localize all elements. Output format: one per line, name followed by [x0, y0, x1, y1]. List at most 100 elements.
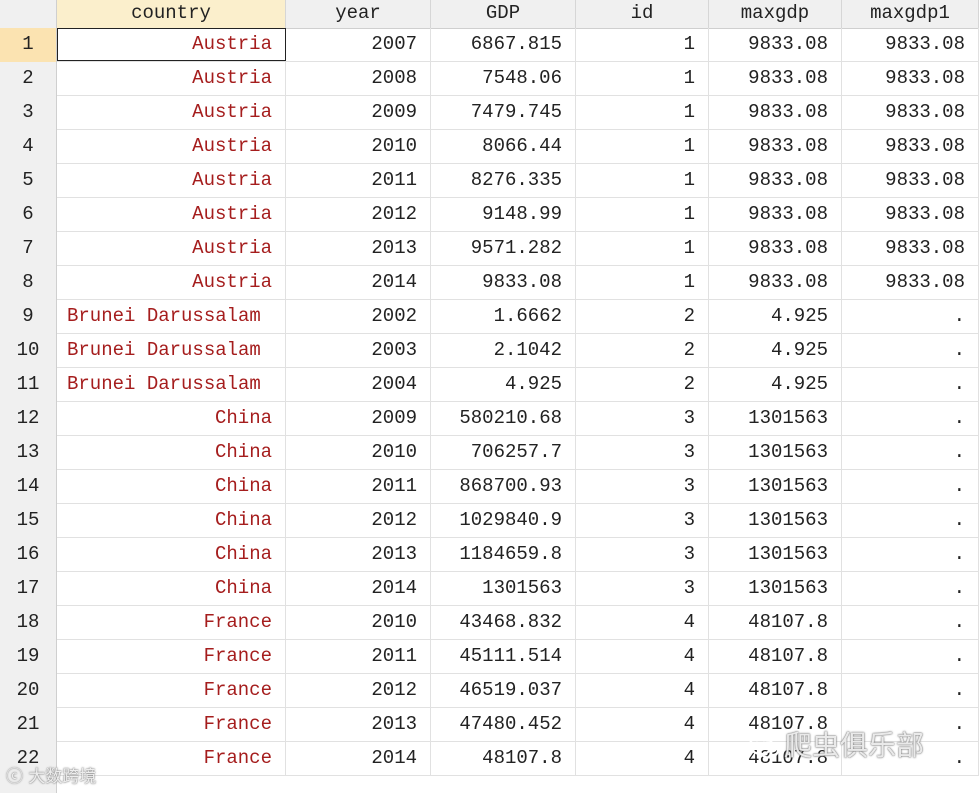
cell-country[interactable]: China — [57, 436, 286, 469]
cell-year[interactable]: 2012 — [286, 674, 431, 707]
cell-id[interactable]: 3 — [576, 402, 709, 435]
cell-maxgdp[interactable]: 9833.08 — [709, 266, 842, 299]
cell-year[interactable]: 2014 — [286, 572, 431, 605]
cell-maxgdp[interactable]: 48107.8 — [709, 674, 842, 707]
row-number[interactable]: 18 — [0, 606, 57, 640]
cell-country[interactable]: China — [57, 470, 286, 503]
cell-maxgdp1[interactable]: . — [842, 674, 979, 707]
cell-year[interactable]: 2012 — [286, 198, 431, 231]
cell-maxgdp[interactable]: 4.925 — [709, 300, 842, 333]
cell-year[interactable]: 2010 — [286, 130, 431, 163]
cell-country[interactable]: France — [57, 606, 286, 639]
cell-year[interactable]: 2004 — [286, 368, 431, 401]
cell-id[interactable]: 1 — [576, 28, 709, 61]
cell-year[interactable]: 2010 — [286, 436, 431, 469]
cell-id[interactable]: 1 — [576, 232, 709, 265]
cell-gdp[interactable]: 9833.08 — [431, 266, 576, 299]
cell-maxgdp1[interactable]: . — [842, 300, 979, 333]
row-number[interactable]: 21 — [0, 708, 57, 742]
cell-id[interactable]: 1 — [576, 198, 709, 231]
row-number[interactable]: 1 — [0, 28, 57, 62]
row-number[interactable]: 19 — [0, 640, 57, 674]
row-number[interactable]: 3 — [0, 96, 57, 130]
cell-country[interactable]: France — [57, 674, 286, 707]
row-number[interactable]: 14 — [0, 470, 57, 504]
cell-country[interactable]: Brunei Darussalam — [57, 368, 286, 401]
row-number[interactable]: 4 — [0, 130, 57, 164]
cell-gdp[interactable]: 6867.815 — [431, 28, 576, 61]
cell-country[interactable]: China — [57, 402, 286, 435]
cell-gdp[interactable]: 580210.68 — [431, 402, 576, 435]
row-number[interactable]: 2 — [0, 62, 57, 96]
cell-id[interactable]: 1 — [576, 62, 709, 95]
cell-maxgdp[interactable]: 1301563 — [709, 436, 842, 469]
cell-maxgdp1[interactable]: 9833.08 — [842, 266, 979, 299]
cell-id[interactable]: 3 — [576, 436, 709, 469]
cell-gdp[interactable]: 7479.745 — [431, 96, 576, 129]
cell-maxgdp1[interactable]: . — [842, 606, 979, 639]
cell-year[interactable]: 2009 — [286, 402, 431, 435]
cell-country[interactable]: Austria — [57, 232, 286, 265]
cell-maxgdp1[interactable]: . — [842, 334, 979, 367]
row-number[interactable]: 12 — [0, 402, 57, 436]
cell-id[interactable]: 3 — [576, 572, 709, 605]
cell-year[interactable]: 2008 — [286, 62, 431, 95]
cell-id[interactable]: 4 — [576, 708, 709, 741]
cell-country[interactable]: China — [57, 504, 286, 537]
cell-year[interactable]: 2003 — [286, 334, 431, 367]
cell-gdp[interactable]: 9148.99 — [431, 198, 576, 231]
cell-maxgdp[interactable]: 9833.08 — [709, 232, 842, 265]
cell-maxgdp[interactable]: 9833.08 — [709, 96, 842, 129]
cell-maxgdp1[interactable]: 9833.08 — [842, 164, 979, 197]
cell-country[interactable]: Austria — [57, 164, 286, 197]
cell-maxgdp1[interactable]: 9833.08 — [842, 96, 979, 129]
cell-maxgdp[interactable]: 9833.08 — [709, 198, 842, 231]
row-number[interactable]: 9 — [0, 300, 57, 334]
cell-maxgdp1[interactable]: 9833.08 — [842, 232, 979, 265]
cell-maxgdp[interactable]: 1301563 — [709, 572, 842, 605]
cell-year[interactable]: 2013 — [286, 232, 431, 265]
cell-gdp[interactable]: 43468.832 — [431, 606, 576, 639]
cell-maxgdp1[interactable]: . — [842, 402, 979, 435]
cell-year[interactable]: 2011 — [286, 164, 431, 197]
cell-maxgdp[interactable]: 9833.08 — [709, 164, 842, 197]
cell-maxgdp1[interactable]: . — [842, 436, 979, 469]
row-number[interactable]: 20 — [0, 674, 57, 708]
cell-country[interactable]: China — [57, 538, 286, 571]
cell-id[interactable]: 1 — [576, 164, 709, 197]
cell-id[interactable]: 2 — [576, 334, 709, 367]
cell-id[interactable]: 3 — [576, 504, 709, 537]
cell-country[interactable]: Austria — [57, 96, 286, 129]
cell-id[interactable]: 2 — [576, 368, 709, 401]
cell-year[interactable]: 2014 — [286, 742, 431, 775]
cell-id[interactable]: 2 — [576, 300, 709, 333]
cell-gdp[interactable]: 706257.7 — [431, 436, 576, 469]
cell-country[interactable]: France — [57, 708, 286, 741]
cell-maxgdp1[interactable]: . — [842, 470, 979, 503]
cell-year[interactable]: 2007 — [286, 28, 431, 61]
cell-maxgdp[interactable]: 48107.8 — [709, 640, 842, 673]
cell-maxgdp[interactable]: 9833.08 — [709, 130, 842, 163]
row-number[interactable]: 8 — [0, 266, 57, 300]
cell-maxgdp[interactable]: 9833.08 — [709, 62, 842, 95]
cell-maxgdp[interactable]: 48107.8 — [709, 606, 842, 639]
cell-gdp[interactable]: 2.1042 — [431, 334, 576, 367]
column-header-id[interactable]: id — [576, 0, 709, 28]
cell-id[interactable]: 3 — [576, 538, 709, 571]
cell-gdp[interactable]: 48107.8 — [431, 742, 576, 775]
cell-gdp[interactable]: 8066.44 — [431, 130, 576, 163]
cell-country[interactable]: Brunei Darussalam — [57, 300, 286, 333]
row-number[interactable]: 7 — [0, 232, 57, 266]
cell-year[interactable]: 2013 — [286, 708, 431, 741]
column-header-year[interactable]: year — [286, 0, 431, 28]
column-header-gdp[interactable]: GDP — [431, 0, 576, 28]
cell-id[interactable]: 4 — [576, 640, 709, 673]
cell-maxgdp[interactable]: 1301563 — [709, 470, 842, 503]
cell-gdp[interactable]: 868700.93 — [431, 470, 576, 503]
row-number[interactable]: 6 — [0, 198, 57, 232]
row-number[interactable]: 13 — [0, 436, 57, 470]
row-number[interactable]: 17 — [0, 572, 57, 606]
cell-gdp[interactable]: 1029840.9 — [431, 504, 576, 537]
cell-maxgdp1[interactable]: . — [842, 640, 979, 673]
cell-country[interactable]: France — [57, 640, 286, 673]
